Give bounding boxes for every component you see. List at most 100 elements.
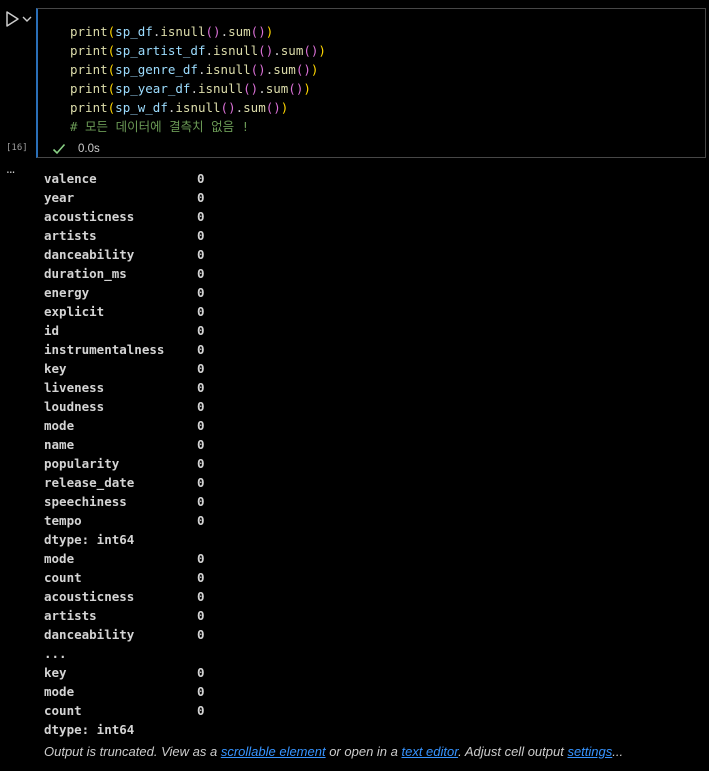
output-value: 0 [197, 323, 205, 338]
code-variable: sp_genre_df [115, 62, 198, 77]
code-punctuation: () [250, 24, 266, 39]
output-key: explicit [44, 304, 105, 319]
execution-count: [16] [6, 143, 28, 153]
output-row: energy 0 [44, 283, 684, 302]
output-row: duration_ms 0 [44, 264, 684, 283]
output-row: count 0 [44, 568, 684, 587]
output-row: key 0 [44, 663, 684, 682]
truncation-suffix: ... [612, 744, 624, 759]
output-menu-button[interactable]: ... [6, 163, 24, 178]
settings-link[interactable]: settings [567, 744, 612, 759]
output-row: dtype: int64 [44, 720, 684, 739]
output-row: mode 0 [44, 416, 684, 435]
truncation-prefix: Output is truncated. View as a [44, 744, 221, 759]
output-row: artists 0 [44, 606, 684, 625]
code-line: print(sp_w_df.isnull().sum()) [70, 98, 326, 117]
code-punctuation: () [303, 43, 319, 58]
code-editor[interactable]: print(sp_df.isnull().sum()) print(sp_arti… [70, 22, 326, 136]
code-punctuation: . [190, 81, 198, 96]
output-key: count [44, 703, 82, 718]
output-row: popularity 0 [44, 454, 684, 473]
truncation-notice: Output is truncated. View as a scrollabl… [44, 744, 623, 759]
check-icon [52, 143, 66, 155]
code-function: print [70, 43, 108, 58]
truncation-middle2: . Adjust cell output [458, 744, 568, 759]
output-value: 0 [197, 494, 205, 509]
output-key: acousticness [44, 209, 135, 224]
code-variable: sp_artist_df [115, 43, 206, 58]
output-value: 0 [197, 361, 205, 376]
output-key: name [44, 437, 75, 452]
code-cell[interactable]: print(sp_df.isnull().sum()) print(sp_arti… [36, 8, 706, 158]
output-value: 0 [197, 608, 205, 623]
output-key: instrumentalness [44, 342, 165, 357]
cell-output: valence 0 year 0 acousticness 0 artists 0 dancea… [44, 169, 684, 739]
output-row: name 0 [44, 435, 684, 454]
play-icon[interactable] [4, 10, 20, 28]
code-function: print [70, 24, 108, 39]
output-value: 0 [197, 570, 205, 585]
output-value: 0 [197, 703, 205, 718]
output-key: dtype: int64 [44, 532, 135, 547]
code-punctuation: () [250, 62, 266, 77]
output-row: explicit 0 [44, 302, 684, 321]
code-line: print(sp_genre_df.isnull().sum()) [70, 60, 326, 79]
output-row: key 0 [44, 359, 684, 378]
output-row: acousticness 0 [44, 587, 684, 606]
output-row: acousticness 0 [44, 207, 684, 226]
output-row: dtype: int64 [44, 530, 684, 549]
cell-status: 0.0s [52, 141, 100, 157]
output-key: key [44, 361, 67, 376]
output-row: danceability 0 [44, 245, 684, 264]
output-row: ... [44, 644, 684, 663]
output-value: 0 [197, 190, 205, 205]
code-line: print(sp_df.isnull().sum()) [70, 22, 326, 41]
output-value: 0 [197, 399, 205, 414]
output-value: 0 [197, 475, 205, 490]
code-punctuation: () [288, 81, 304, 96]
output-value: 0 [197, 437, 205, 452]
chevron-down-icon[interactable] [21, 10, 33, 28]
output-value: 0 [197, 304, 205, 319]
output-row: artists 0 [44, 226, 684, 245]
output-row: tempo 0 [44, 511, 684, 530]
code-variable: sp_year_df [115, 81, 191, 96]
output-key: popularity [44, 456, 120, 471]
output-value: 0 [197, 209, 205, 224]
output-key: mode [44, 684, 75, 699]
code-punctuation: . [220, 24, 229, 39]
code-punctuation: ) [303, 81, 311, 96]
code-variable: sp_w_df [115, 100, 168, 115]
code-punctuation: () [220, 100, 236, 115]
output-key: speechiness [44, 494, 127, 509]
code-punctuation: . [235, 100, 244, 115]
text-editor-link[interactable]: text editor [401, 744, 458, 759]
output-value: 0 [197, 418, 205, 433]
output-value: 0 [197, 513, 205, 528]
output-value: 0 [197, 551, 205, 566]
code-function: print [70, 62, 108, 77]
code-line: print(sp_year_df.isnull().sum()) [70, 79, 326, 98]
output-value: 0 [197, 456, 205, 471]
output-key: liveness [44, 380, 105, 395]
output-row: loudness 0 [44, 397, 684, 416]
output-key: dtype: int64 [44, 722, 135, 737]
code-punctuation: ) [310, 62, 319, 77]
output-row: mode 0 [44, 682, 684, 701]
code-variable: sp_df [115, 24, 153, 39]
output-value: 0 [197, 266, 205, 281]
scrollable-element-link[interactable]: scrollable element [221, 744, 326, 759]
output-key: release_date [44, 475, 135, 490]
code-method: sum [228, 24, 251, 39]
output-key: count [44, 570, 82, 585]
code-method: isnull [205, 62, 251, 77]
execution-time: 0.0s [78, 143, 100, 155]
output-key: valence [44, 171, 97, 186]
output-value: 0 [197, 285, 205, 300]
output-key: artists [44, 228, 97, 243]
code-comment: # 모든 데이터에 결측치 없음 ! [70, 119, 250, 134]
output-row: instrumentalness 0 [44, 340, 684, 359]
output-key: mode [44, 418, 75, 433]
output-key: ... [44, 646, 67, 661]
output-row: count 0 [44, 701, 684, 720]
